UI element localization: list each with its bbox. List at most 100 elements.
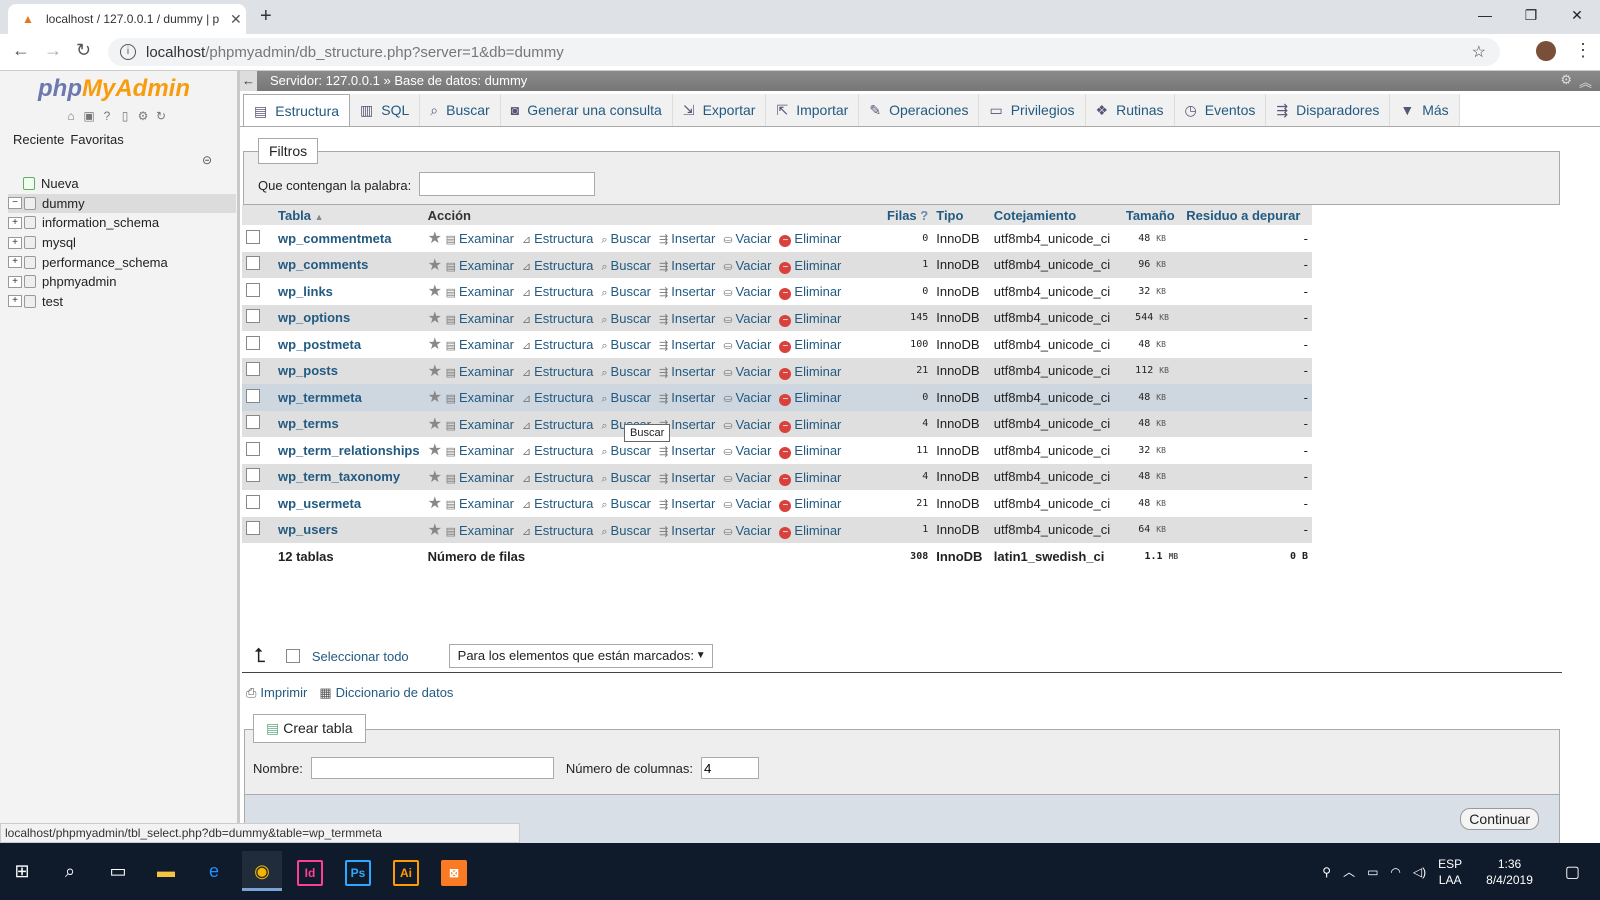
task-view-icon[interactable]: ▭	[98, 851, 138, 891]
drop-action[interactable]: − Eliminar	[779, 390, 841, 407]
search-icon[interactable]: ⌕	[50, 851, 90, 891]
search-action[interactable]: ⌕Buscar	[601, 231, 651, 246]
drop-action[interactable]: − Eliminar	[779, 496, 841, 513]
table-row[interactable]: wp_commentmeta ★ ▤ Examinar ⊿ Estructura ⌕ Bus…	[242, 225, 1312, 252]
browse-action[interactable]: ▤ Examinar	[446, 337, 514, 352]
browse-action[interactable]: ▤ Examinar	[446, 311, 514, 326]
browser-tab[interactable]: ▲ localhost / 127.0.0.1 / dummy | p ✕	[8, 4, 246, 34]
expand-icon[interactable]: +	[8, 275, 22, 288]
tab-privilegios[interactable]: ▭ Privilegios	[979, 94, 1086, 126]
tab-importar[interactable]: ⇱ Importar	[766, 94, 860, 126]
continue-button[interactable]: Continuar	[1460, 808, 1539, 830]
collapse-header-icon[interactable]: ︽	[1579, 72, 1592, 91]
drop-action[interactable]: − Eliminar	[779, 417, 841, 433]
table-name-input[interactable]	[310, 757, 554, 779]
drop-action[interactable]: − Eliminar	[779, 364, 841, 380]
close-tab-icon[interactable]: ✕	[230, 11, 242, 28]
insert-action[interactable]: ⇶Insertar	[659, 523, 715, 538]
search-action[interactable]: ⌕Buscar	[601, 523, 651, 538]
insert-action[interactable]: ⇶Insertar	[659, 258, 715, 273]
tab-eventos[interactable]: ◷ Eventos	[1174, 94, 1267, 126]
browse-action[interactable]: ▤ Examinar	[446, 390, 514, 405]
structure-action[interactable]: ⊿ Estructura	[522, 364, 593, 379]
columns-count-input[interactable]	[701, 757, 760, 779]
url-field[interactable]: i localhost/phpmyadmin/db_structure.php?…	[108, 38, 1500, 66]
tab-disparadores[interactable]: ⇶ Disparadores	[1266, 94, 1391, 126]
structure-action[interactable]: ⊿ Estructura	[522, 390, 593, 405]
header-tabla[interactable]: Tabla ▲	[274, 205, 424, 225]
empty-action[interactable]: ⛀ Vaciar	[723, 337, 771, 352]
browse-action[interactable]: ▤ Examinar	[446, 258, 514, 273]
header-residuo[interactable]: Residuo a depurar	[1182, 205, 1312, 225]
browse-action[interactable]: ▤ Examinar	[446, 284, 514, 299]
breadcrumb-database[interactable]: Base de datos: dummy	[394, 73, 527, 88]
refresh-icon[interactable]: ↻	[154, 109, 168, 123]
clock[interactable]: 1:36 8/4/2019	[1486, 856, 1545, 888]
table-name-link[interactable]: wp_posts	[278, 363, 338, 378]
structure-action[interactable]: ⊿ Estructura	[522, 258, 593, 273]
minimize-button[interactable]: —	[1462, 0, 1508, 30]
table-name-link[interactable]: wp_users	[278, 522, 338, 537]
empty-action[interactable]: ⛀ Vaciar	[723, 284, 771, 299]
tab-buscar[interactable]: ⌕ Buscar	[420, 94, 501, 126]
insert-action[interactable]: ⇶Insertar	[659, 311, 715, 326]
table-row[interactable]: wp_term_taxonomy ★ ▤ Examinar ⊿ Estructura ⌕ B…	[242, 463, 1312, 490]
empty-action[interactable]: ⛀ Vaciar	[723, 523, 771, 538]
row-checkbox[interactable]	[246, 256, 260, 271]
structure-action[interactable]: ⊿ Estructura	[522, 417, 593, 432]
table-name-link[interactable]: wp_termmeta	[278, 390, 362, 405]
favorite-star-icon[interactable]: ★	[428, 230, 442, 247]
tab-rutinas[interactable]: ❖ Rutinas	[1085, 94, 1175, 126]
collapse-sidebar-icon[interactable]: ←	[240, 71, 257, 91]
filter-input[interactable]	[419, 172, 595, 196]
bulk-action-select[interactable]: Para los elementos que están marcados: ▼	[448, 644, 713, 668]
favorite-star-icon[interactable]: ★	[428, 416, 442, 433]
info-icon[interactable]: i	[120, 44, 136, 60]
table-name-link[interactable]: wp_commentmeta	[278, 231, 391, 246]
logout-icon[interactable]: ▣	[82, 109, 96, 123]
structure-action[interactable]: ⊿ Estructura	[522, 470, 593, 485]
insert-action[interactable]: ⇶Insertar	[659, 364, 715, 379]
insert-action[interactable]: ⇶Insertar	[659, 390, 715, 405]
favorites-tab[interactable]: Favoritas	[69, 131, 124, 148]
table-row[interactable]: wp_usermeta ★ ▤ Examinar ⊿ Estructura ⌕ Buscar…	[242, 490, 1312, 517]
table-row[interactable]: wp_users ★ ▤ Examinar ⊿ Estructura ⌕ Buscar ⇶ In…	[242, 516, 1312, 543]
row-checkbox[interactable]	[246, 335, 260, 350]
structure-action[interactable]: ⊿ Estructura	[522, 284, 593, 299]
browse-action[interactable]: ▤ Examinar	[446, 443, 514, 458]
table-row[interactable]: wp_posts ★ ▤ Examinar ⊿ Estructura ⌕ Buscar ⇶ In…	[242, 357, 1312, 384]
link-icon[interactable]: ⊝	[202, 153, 212, 167]
row-checkbox[interactable]	[246, 362, 260, 377]
search-action[interactable]: ⌕Buscar	[601, 390, 651, 405]
tree-item-test[interactable]: + test	[8, 292, 236, 312]
notifications-icon[interactable]: ▢	[1565, 862, 1580, 882]
table-row[interactable]: wp_links ★ ▤ Examinar ⊿ Estructura ⌕ Buscar ⇶ In…	[242, 278, 1312, 305]
tab-exportar[interactable]: ⇲ Exportar	[672, 94, 767, 126]
structure-action[interactable]: ⊿ Estructura	[522, 311, 593, 326]
tab-mas[interactable]: ▼ Más	[1390, 94, 1460, 126]
tree-item-information-schema[interactable]: + information_schema	[8, 213, 236, 233]
empty-action[interactable]: ⛀ Vaciar	[723, 443, 771, 458]
drop-action[interactable]: − Eliminar	[779, 337, 841, 354]
select-all-checkbox[interactable]	[285, 649, 300, 663]
table-name-link[interactable]: wp_terms	[278, 416, 339, 431]
empty-action[interactable]: ⛀ Vaciar	[723, 390, 771, 405]
tab-generar-consulta[interactable]: ◙ Generar una consulta	[500, 94, 673, 126]
home-icon[interactable]: ⌂	[64, 109, 78, 123]
tab-estructura[interactable]: ▤ Estructura	[243, 94, 351, 127]
table-row[interactable]: wp_postmeta ★ ▤ Examinar ⊿ Estructura ⌕ Buscar…	[242, 331, 1312, 358]
drop-action[interactable]: − Eliminar	[779, 470, 841, 486]
browser-menu-icon[interactable]: ⋮	[1574, 40, 1592, 61]
windows-start-icon[interactable]: ⊞	[2, 851, 42, 891]
illustrator-icon[interactable]: Ai	[386, 851, 426, 891]
edge-icon[interactable]: e	[194, 851, 234, 891]
insert-action[interactable]: ⇶Insertar	[659, 284, 715, 299]
tree-item-new[interactable]: Nueva	[8, 174, 236, 194]
chevron-up-icon[interactable]: ︿	[1343, 863, 1355, 880]
drop-action[interactable]: − Eliminar	[779, 443, 841, 460]
header-tamano[interactable]: Tamaño	[1121, 205, 1183, 225]
empty-action[interactable]: ⛀ Vaciar	[723, 364, 771, 379]
new-tab-button[interactable]: +	[260, 5, 272, 28]
data-dictionary-link[interactable]: ▦ Diccionario de datos	[319, 685, 453, 701]
insert-action[interactable]: ⇶Insertar	[659, 337, 715, 352]
